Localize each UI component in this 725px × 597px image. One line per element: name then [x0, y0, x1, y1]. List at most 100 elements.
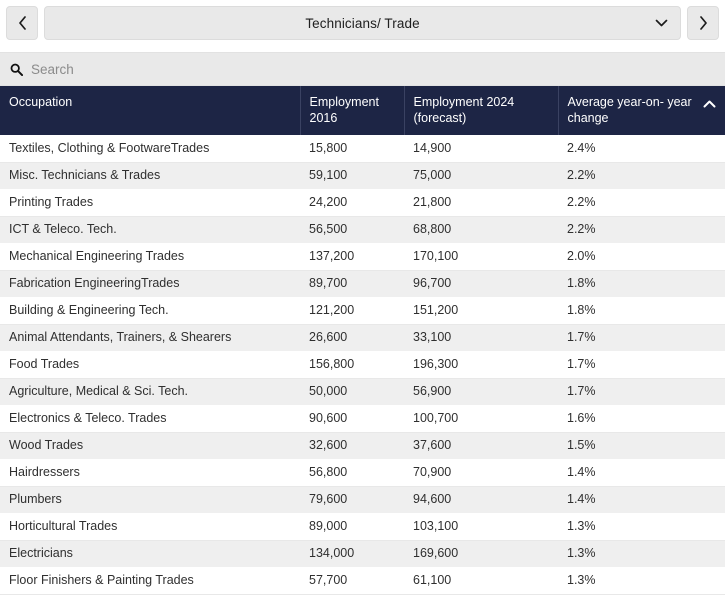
table-row[interactable]: Printing Trades 24,200 21,800 2.2%: [0, 189, 725, 217]
cell-occupation: Agriculture, Medical & Sci. Tech.: [0, 378, 300, 406]
cell-average-change: 2.2%: [558, 162, 725, 190]
cell-average-change: 1.6%: [558, 405, 725, 433]
cell-employment-2024: 103,100: [404, 513, 558, 541]
cell-average-change: 2.0%: [558, 243, 725, 271]
cell-employment-2024: 70,900: [404, 459, 558, 487]
cell-occupation: Horticultural Trades: [0, 513, 300, 541]
cell-average-change: 1.5%: [558, 432, 725, 460]
cell-average-change: 2.2%: [558, 189, 725, 217]
cell-occupation: Plumbers: [0, 486, 300, 514]
cell-employment-2016: 137,200: [300, 243, 404, 271]
cell-average-change: 1.3%: [558, 513, 725, 541]
column-header-occupation[interactable]: Occupation: [0, 86, 301, 136]
table-row[interactable]: Building & Engineering Tech. 121,200 151,2…: [0, 297, 725, 325]
cell-occupation: Hairdressers: [0, 459, 300, 487]
cell-occupation: Textiles, Clothing & FootwareTrades: [0, 135, 300, 163]
cell-employment-2024: 75,000: [404, 162, 558, 190]
cell-employment-2024: 68,800: [404, 216, 558, 244]
table-row[interactable]: Misc. Technicians & Trades 59,100 75,000 2.…: [0, 162, 725, 190]
cell-average-change: 1.7%: [558, 378, 725, 406]
cell-occupation: Wood Trades: [0, 432, 300, 460]
cell-occupation: Animal Attendants, Trainers, & Shearers: [0, 324, 300, 352]
cell-employment-2024: 14,900: [404, 135, 558, 163]
cell-employment-2016: 134,000: [300, 540, 404, 568]
column-header-label: Employment 2024 (forecast): [413, 95, 515, 125]
table-row[interactable]: Wood Trades 32,600 37,600 1.5%: [0, 432, 725, 460]
cell-employment-2016: 56,800: [300, 459, 404, 487]
column-header-label: Average year-on- year change: [567, 95, 692, 125]
table-body: Textiles, Clothing & FootwareTrades 15,80…: [0, 135, 725, 595]
cell-average-change: 2.2%: [558, 216, 725, 244]
cell-occupation: ICT & Teleco. Tech.: [0, 216, 300, 244]
table-row[interactable]: Floor Finishers & Painting Trades 57,700 6…: [0, 567, 725, 595]
cell-employment-2016: 26,600: [300, 324, 404, 352]
column-header-label: Employment 2016: [309, 95, 379, 125]
column-header-label: Occupation: [9, 95, 73, 109]
cell-occupation: Food Trades: [0, 351, 300, 379]
cell-average-change: 1.8%: [558, 270, 725, 298]
category-select[interactable]: Technicians/ Trade: [44, 6, 681, 40]
cell-occupation: Electronics & Teleco. Trades: [0, 405, 300, 433]
table-header-row: Occupation Employment 2016 Employment 20…: [0, 86, 725, 136]
table-row[interactable]: ICT & Teleco. Tech. 56,500 68,800 2.2%: [0, 216, 725, 244]
table-row[interactable]: Horticultural Trades 89,000 103,100 1.3%: [0, 513, 725, 541]
cell-average-change: 1.4%: [558, 486, 725, 514]
cell-employment-2016: 32,600: [300, 432, 404, 460]
table-row[interactable]: Electricians 134,000 169,600 1.3%: [0, 540, 725, 568]
cell-average-change: 1.3%: [558, 540, 725, 568]
cell-employment-2024: 151,200: [404, 297, 558, 325]
chevron-down-icon: [655, 19, 668, 28]
cell-employment-2024: 61,100: [404, 567, 558, 595]
cell-occupation: Mechanical Engineering Trades: [0, 243, 300, 271]
table-row[interactable]: Hairdressers 56,800 70,900 1.4%: [0, 459, 725, 487]
table-row[interactable]: Mechanical Engineering Trades 137,200 170,…: [0, 243, 725, 271]
cell-average-change: 1.7%: [558, 351, 725, 379]
cell-occupation: Fabrication EngineeringTrades: [0, 270, 300, 298]
cell-employment-2016: 57,700: [300, 567, 404, 595]
cell-employment-2016: 90,600: [300, 405, 404, 433]
search-input[interactable]: [31, 53, 715, 85]
cell-employment-2016: 89,700: [300, 270, 404, 298]
cell-employment-2024: 33,100: [404, 324, 558, 352]
cell-employment-2024: 94,600: [404, 486, 558, 514]
cell-employment-2016: 50,000: [300, 378, 404, 406]
column-header-employment-2016[interactable]: Employment 2016: [300, 86, 405, 136]
cell-employment-2024: 21,800: [404, 189, 558, 217]
cell-employment-2024: 37,600: [404, 432, 558, 460]
cell-employment-2016: 79,600: [300, 486, 404, 514]
previous-category-button[interactable]: [6, 6, 38, 40]
cell-occupation: Floor Finishers & Painting Trades: [0, 567, 300, 595]
cell-employment-2016: 56,500: [300, 216, 404, 244]
cell-average-change: 1.7%: [558, 324, 725, 352]
table-row[interactable]: Plumbers 79,600 94,600 1.4%: [0, 486, 725, 514]
cell-occupation: Building & Engineering Tech.: [0, 297, 300, 325]
table-row[interactable]: Fabrication EngineeringTrades 89,700 96,70…: [0, 270, 725, 298]
table-row[interactable]: Electronics & Teleco. Trades 90,600 100,70…: [0, 405, 725, 433]
cell-employment-2016: 59,100: [300, 162, 404, 190]
cell-employment-2024: 96,700: [404, 270, 558, 298]
table-row[interactable]: Food Trades 156,800 196,300 1.7%: [0, 351, 725, 379]
table-row[interactable]: Agriculture, Medical & Sci. Tech. 50,000 5…: [0, 378, 725, 406]
cell-employment-2016: 89,000: [300, 513, 404, 541]
occupations-table: Occupation Employment 2016 Employment 20…: [0, 86, 725, 595]
cell-employment-2024: 56,900: [404, 378, 558, 406]
cell-occupation: Printing Trades: [0, 189, 300, 217]
cell-average-change: 1.8%: [558, 297, 725, 325]
cell-employment-2016: 15,800: [300, 135, 404, 163]
search-bar[interactable]: [0, 52, 725, 86]
cell-occupation: Electricians: [0, 540, 300, 568]
column-header-average-year-on-year-change[interactable]: Average year-on- year change: [558, 86, 725, 136]
table-row[interactable]: Textiles, Clothing & FootwareTrades 15,80…: [0, 135, 725, 163]
column-header-employment-2024-forecast[interactable]: Employment 2024 (forecast): [404, 86, 559, 136]
cell-average-change: 2.4%: [558, 135, 725, 163]
cell-employment-2024: 100,700: [404, 405, 558, 433]
cell-average-change: 1.4%: [558, 459, 725, 487]
chevron-right-icon: [699, 16, 708, 30]
cell-employment-2016: 121,200: [300, 297, 404, 325]
search-icon: [10, 63, 23, 76]
next-category-button[interactable]: [687, 6, 719, 40]
cell-employment-2024: 169,600: [404, 540, 558, 568]
category-select-label: Technicians/ Trade: [305, 15, 420, 31]
cell-employment-2024: 196,300: [404, 351, 558, 379]
table-row[interactable]: Animal Attendants, Trainers, & Shearers 2…: [0, 324, 725, 352]
